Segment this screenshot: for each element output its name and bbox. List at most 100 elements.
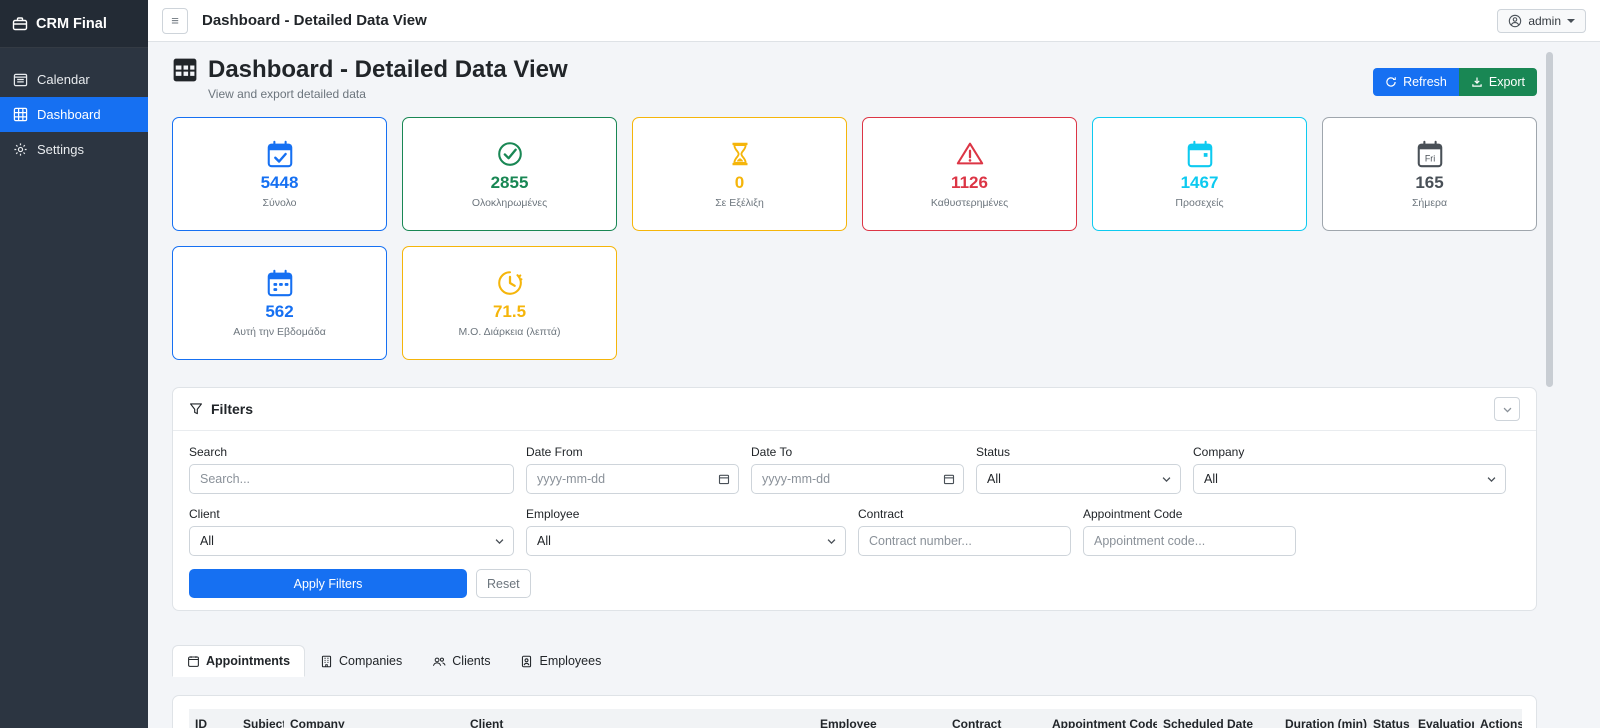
refresh-icon	[1385, 76, 1397, 88]
page-title: Dashboard - Detailed Data View	[172, 56, 568, 84]
col-evaluation[interactable]: Evaluation	[1412, 709, 1474, 728]
page-header: Dashboard - Detailed Data View View and …	[172, 56, 1537, 101]
stat-card-total[interactable]: 5448 Σύνολο	[172, 117, 387, 231]
date-from-label: Date From	[526, 445, 739, 459]
calendar-week-icon	[265, 268, 295, 298]
tab-appointments[interactable]: Appointments	[172, 645, 305, 677]
hourglass-icon	[725, 139, 755, 169]
col-id[interactable]: ID	[189, 709, 237, 728]
filters-collapse-button[interactable]	[1494, 397, 1520, 421]
stat-label: Σήμερα	[1412, 197, 1447, 209]
contract-label: Contract	[858, 507, 1071, 521]
user-name: admin	[1528, 14, 1561, 28]
calendar-icon	[187, 655, 200, 668]
stat-value: 2855	[491, 173, 529, 193]
tab-clients[interactable]: Clients	[417, 645, 505, 677]
company-select[interactable]: All	[1193, 464, 1506, 494]
stat-value: 5448	[261, 173, 299, 193]
tab-companies[interactable]: Companies	[305, 645, 417, 677]
col-company[interactable]: Company	[284, 709, 464, 728]
appointments-table: ID Subject Company Client Employee Contr…	[189, 709, 1522, 728]
sidebar: CRM Final Calendar Dashboard Settings	[0, 0, 148, 728]
col-actions[interactable]: Actions	[1474, 709, 1522, 728]
data-tabs: Appointments Companies Clients Employees	[172, 645, 1537, 677]
col-duration[interactable]: Duration (min)	[1279, 709, 1367, 728]
app-brand: CRM Final	[0, 0, 148, 48]
date-from-input[interactable]	[526, 464, 739, 494]
topbar-title: Dashboard - Detailed Data View	[202, 12, 427, 29]
chevron-down-icon	[1502, 404, 1513, 415]
appointment-code-label: Appointment Code	[1083, 507, 1296, 521]
clock-history-icon	[495, 268, 525, 298]
sidebar-item-settings[interactable]: Settings	[0, 132, 148, 167]
calendar-event-icon	[1185, 139, 1215, 169]
stat-card-upcoming[interactable]: 1467 Προσεχείς	[1092, 117, 1307, 231]
stat-card-overdue[interactable]: 1126 Καθυστερημένες	[862, 117, 1077, 231]
col-status[interactable]: Status	[1367, 709, 1412, 728]
caret-down-icon	[1567, 19, 1575, 23]
sidebar-item-label: Settings	[37, 142, 84, 157]
stat-card-this-week[interactable]: 562 Αυτή την Εβδομάδα	[172, 246, 387, 360]
stat-value: 1126	[951, 173, 988, 193]
apply-filters-button[interactable]: Apply Filters	[189, 569, 467, 598]
user-menu-button[interactable]: admin	[1497, 9, 1586, 33]
col-appointment-code[interactable]: Appointment Code	[1046, 709, 1157, 728]
header-actions: Refresh Export	[1373, 68, 1537, 96]
filters-panel: Filters Search Date From	[172, 387, 1537, 611]
tab-employees[interactable]: Employees	[505, 645, 616, 677]
calendar-day-icon: Fri	[1415, 139, 1445, 169]
company-label: Company	[1193, 445, 1506, 459]
stat-card-today[interactable]: Fri 165 Σήμερα	[1322, 117, 1537, 231]
sidebar-item-calendar[interactable]: Calendar	[0, 62, 148, 97]
reset-filters-button[interactable]: Reset	[476, 569, 531, 598]
svg-text:Fri: Fri	[1424, 154, 1434, 164]
col-contract[interactable]: Contract	[946, 709, 1046, 728]
date-to-input[interactable]	[751, 464, 964, 494]
col-subject[interactable]: Subject	[237, 709, 284, 728]
sidebar-item-label: Calendar	[37, 72, 90, 87]
status-select[interactable]: All	[976, 464, 1181, 494]
topbar: ≡ Dashboard - Detailed Data View admin	[148, 0, 1600, 42]
stat-label: Ολοκληρωμένες	[472, 197, 547, 209]
search-label: Search	[189, 445, 514, 459]
filters-header: Filters	[173, 388, 1536, 431]
col-client[interactable]: Client	[464, 709, 814, 728]
refresh-button[interactable]: Refresh	[1373, 68, 1459, 96]
person-badge-icon	[520, 655, 533, 668]
client-select[interactable]: All	[189, 526, 514, 556]
stat-value: 71.5	[493, 302, 526, 322]
download-icon	[1471, 76, 1483, 88]
stat-value: 562	[265, 302, 293, 322]
person-circle-icon	[1508, 14, 1522, 28]
table-header-row: ID Subject Company Client Employee Contr…	[189, 709, 1522, 728]
client-label: Client	[189, 507, 514, 521]
stat-label: Μ.Ο. Διάρκεια (λεπτά)	[459, 326, 561, 338]
stat-label: Καθυστερημένες	[931, 197, 1008, 209]
hamburger-icon: ≡	[171, 13, 179, 28]
main-area: ≡ Dashboard - Detailed Data View admin D…	[148, 0, 1600, 728]
sidebar-item-dashboard[interactable]: Dashboard	[0, 97, 148, 132]
sidebar-toggle-button[interactable]: ≡	[162, 8, 188, 34]
stat-cards: 5448 Σύνολο 2855 Ολοκληρωμένες 0 Σε Εξέλ…	[172, 117, 1537, 360]
stat-card-completed[interactable]: 2855 Ολοκληρωμένες	[402, 117, 617, 231]
funnel-icon	[189, 402, 203, 416]
export-button[interactable]: Export	[1459, 68, 1537, 96]
col-employee[interactable]: Employee	[814, 709, 946, 728]
stat-value: 0	[735, 173, 744, 193]
stat-card-in-progress[interactable]: 0 Σε Εξέλιξη	[632, 117, 847, 231]
employee-label: Employee	[526, 507, 846, 521]
stat-label: Σύνολο	[262, 197, 296, 209]
stat-value: 165	[1415, 173, 1443, 193]
employee-select[interactable]: All	[526, 526, 846, 556]
calendar-check-icon	[265, 139, 295, 169]
col-scheduled-date[interactable]: Scheduled Date	[1157, 709, 1279, 728]
vertical-scrollbar[interactable]	[1546, 52, 1553, 387]
appointment-code-input[interactable]	[1083, 526, 1296, 556]
search-input[interactable]	[189, 464, 514, 494]
stat-card-avg-duration[interactable]: 71.5 Μ.Ο. Διάρκεια (λεπτά)	[402, 246, 617, 360]
status-label: Status	[976, 445, 1181, 459]
date-to-label: Date To	[751, 445, 964, 459]
brand-label: CRM Final	[36, 16, 107, 32]
contract-input[interactable]	[858, 526, 1071, 556]
calendar-icon	[13, 72, 28, 87]
